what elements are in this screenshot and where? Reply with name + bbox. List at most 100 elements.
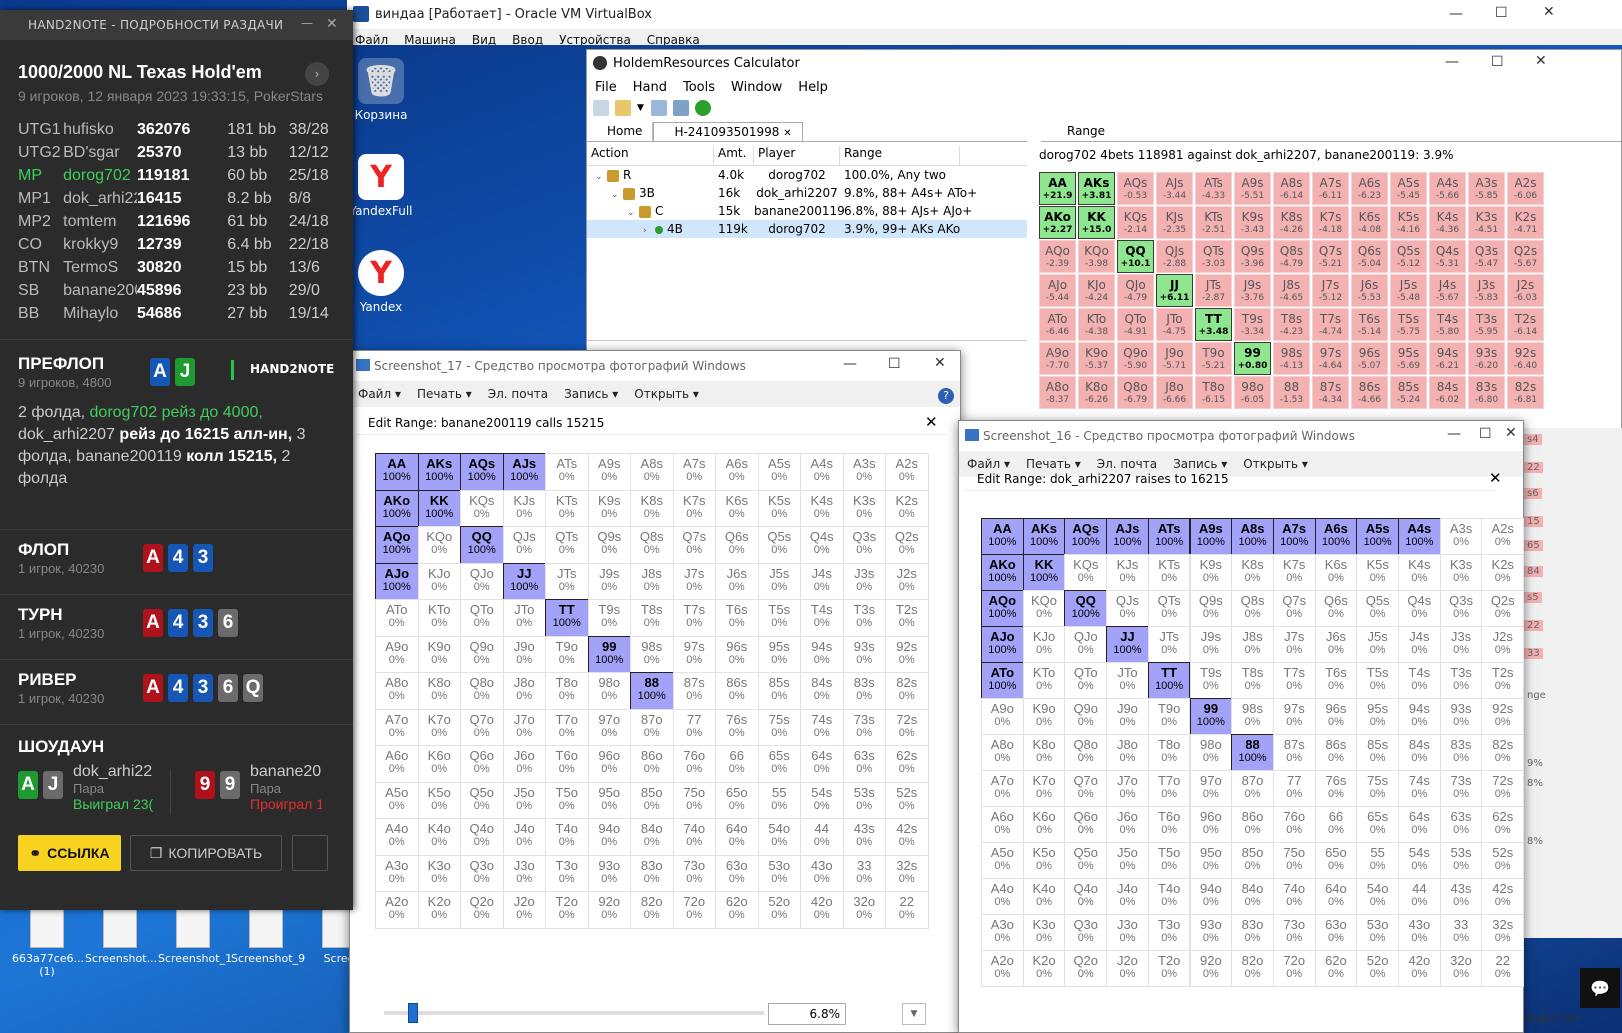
ev-cell[interactable]: KQo -3.98 [1078,240,1115,273]
range-cell[interactable]: K6o 0% [1022,806,1066,843]
range-cell[interactable]: A8o 0% [981,734,1024,771]
ev-cell[interactable]: A9s -5.51 [1234,172,1271,205]
pv-menu-item[interactable]: Печать ▾ [417,387,472,401]
range-cell[interactable]: JTs 0% [1147,626,1191,663]
ev-cell[interactable]: A8s -6.14 [1273,172,1310,205]
range-cell[interactable]: AJs 100% [1106,518,1149,555]
range-cell[interactable]: KQo 0% [1022,590,1066,627]
range-cell[interactable]: 82s 0% [885,672,929,710]
range-cell[interactable]: 65s 0% [757,745,801,783]
range-cell[interactable]: 72s 0% [1481,770,1525,807]
range-cell[interactable]: 94s 0% [1398,698,1441,735]
calc-menu-item[interactable]: Hand [633,80,667,95]
range-cell[interactable]: QJo 0% [1064,626,1108,663]
range-cell[interactable]: AA 100% [375,453,419,491]
range-cell[interactable]: T3s 0% [1439,662,1483,699]
range-tab[interactable]: Range [1041,122,1621,142]
range-cell[interactable]: 98o 0% [1189,734,1233,771]
ev-cell[interactable]: K4s -4.36 [1429,206,1466,239]
range-cell[interactable]: KK 100% [417,489,461,527]
range-cell[interactable]: J6o 0% [1106,806,1149,843]
range-cell[interactable]: ATo 100% [981,662,1024,699]
range-cell[interactable]: T4o 0% [1147,878,1191,915]
range-cell[interactable]: 73s 0% [842,708,886,746]
range-cell[interactable]: ATs 100% [1147,518,1191,555]
ev-cell[interactable]: 83s -6.80 [1468,376,1505,409]
range-cell[interactable]: A9s 100% [1189,518,1233,555]
calc-menu-item[interactable]: File [595,80,617,95]
range-cell[interactable]: 84o 0% [1231,878,1274,915]
range-cell[interactable]: 82o 0% [630,891,674,929]
ev-cell[interactable]: A2s -6.06 [1507,172,1544,205]
range-cell[interactable]: Q7o 0% [460,708,504,746]
range-cell[interactable]: 93o 0% [1189,914,1233,951]
range-cell[interactable]: KQs 0% [1064,554,1108,591]
pv1-close-button[interactable]: ✕ [934,355,946,371]
range-cell[interactable]: 98s 0% [630,635,674,673]
range-cell[interactable]: 86o 0% [630,745,674,783]
range-cell[interactable]: K3s 0% [842,489,886,527]
range-cell[interactable]: TT 100% [545,599,589,637]
range-cell[interactable]: A2s 0% [1481,518,1525,555]
range-cell[interactable]: K3o 0% [1022,914,1066,951]
range-cell[interactable]: 63o 0% [1314,914,1358,951]
desktop-icon-recycle-bin[interactable]: 🗑 Корзина [346,58,416,122]
calc-menu-item[interactable]: Tools [683,80,715,95]
range-cell[interactable]: 96o 0% [587,745,631,783]
range-cell[interactable]: AJo 100% [981,626,1024,663]
close-tab-icon[interactable]: ✕ [783,128,791,139]
range-cell[interactable]: 95o 0% [587,781,631,819]
range-cell[interactable]: Q6s 0% [715,526,759,564]
ev-cell[interactable]: J8o -6.66 [1156,376,1193,409]
minimize-button[interactable]: — [1449,6,1463,22]
range-cell[interactable]: K4o 0% [1022,878,1066,915]
range-cell[interactable]: 88 100% [1231,734,1274,771]
range-cell[interactable]: T9o 0% [545,635,589,673]
ev-cell[interactable]: Q8o -6.79 [1117,376,1154,409]
range-cell[interactable]: 62o 0% [715,891,759,929]
range-cell[interactable]: K6s 0% [715,489,759,527]
range-cell[interactable]: Q3o 0% [460,854,504,892]
ev-cell[interactable]: J6s -5.53 [1351,274,1388,307]
range-cell[interactable]: T3s 0% [842,599,886,637]
ev-cell[interactable]: A8o -8.37 [1039,376,1076,409]
range-cell[interactable]: AQs 100% [1064,518,1108,555]
calc-minimize-button[interactable]: — [1445,54,1459,70]
ev-cell[interactable]: JTs -2.87 [1195,274,1232,307]
range-cell[interactable]: 77 0% [672,708,716,746]
range-cell[interactable]: A5s 0% [757,453,801,491]
range-cell[interactable]: A2s 0% [885,453,929,491]
range-cell[interactable]: 76o 0% [672,745,716,783]
pv2-maximize-button[interactable]: ☐ [1479,426,1492,442]
range-cell[interactable]: 97o 0% [1189,770,1233,807]
range-cell[interactable]: 66 0% [715,745,759,783]
range-cell[interactable]: J5o 0% [1106,842,1149,879]
range-cell[interactable]: Q7s 0% [672,526,716,564]
tree-row[interactable]: ⌄ R 4.0k dorog702 100.0%, Any two [587,166,1027,184]
range-cell[interactable]: J3s 0% [1439,626,1483,663]
range-cell[interactable]: 86s 0% [1314,734,1358,771]
ev-cell[interactable]: 86s -4.66 [1351,376,1388,409]
range-cell[interactable]: 88 100% [630,672,674,710]
range-cell[interactable]: A8s 100% [1231,518,1274,555]
range-cell[interactable]: A4s 0% [800,453,844,491]
range-cell[interactable]: T7o 0% [545,708,589,746]
range-cell[interactable]: A7s 100% [1272,518,1316,555]
maximize-button[interactable]: ☐ [1495,5,1508,21]
range-cell[interactable]: 75o 0% [672,781,716,819]
range-cell[interactable]: K6o 0% [417,745,461,783]
range-cell[interactable]: JTo 0% [1106,662,1149,699]
range-cell[interactable]: 72o 0% [672,891,716,929]
ev-cell[interactable]: K6s -4.08 [1351,206,1388,239]
range-cell[interactable]: KK 100% [1022,554,1066,591]
range-cell[interactable]: T4s 0% [800,599,844,637]
range-cell[interactable]: K7s 0% [672,489,716,527]
range-cell[interactable]: 75s 0% [1356,770,1399,807]
range-cell[interactable]: Q7o 0% [1064,770,1108,807]
range-cell[interactable]: 82s 0% [1481,734,1525,771]
range-cell[interactable]: 94s 0% [800,635,844,673]
ev-cell[interactable]: 93s -6.20 [1468,342,1505,375]
player-row[interactable]: CO krokky9 12739 6.4 bb 22/18 [18,233,338,256]
range-cell[interactable]: 74o 0% [1272,878,1316,915]
range-cell[interactable]: 33 0% [1439,914,1483,951]
